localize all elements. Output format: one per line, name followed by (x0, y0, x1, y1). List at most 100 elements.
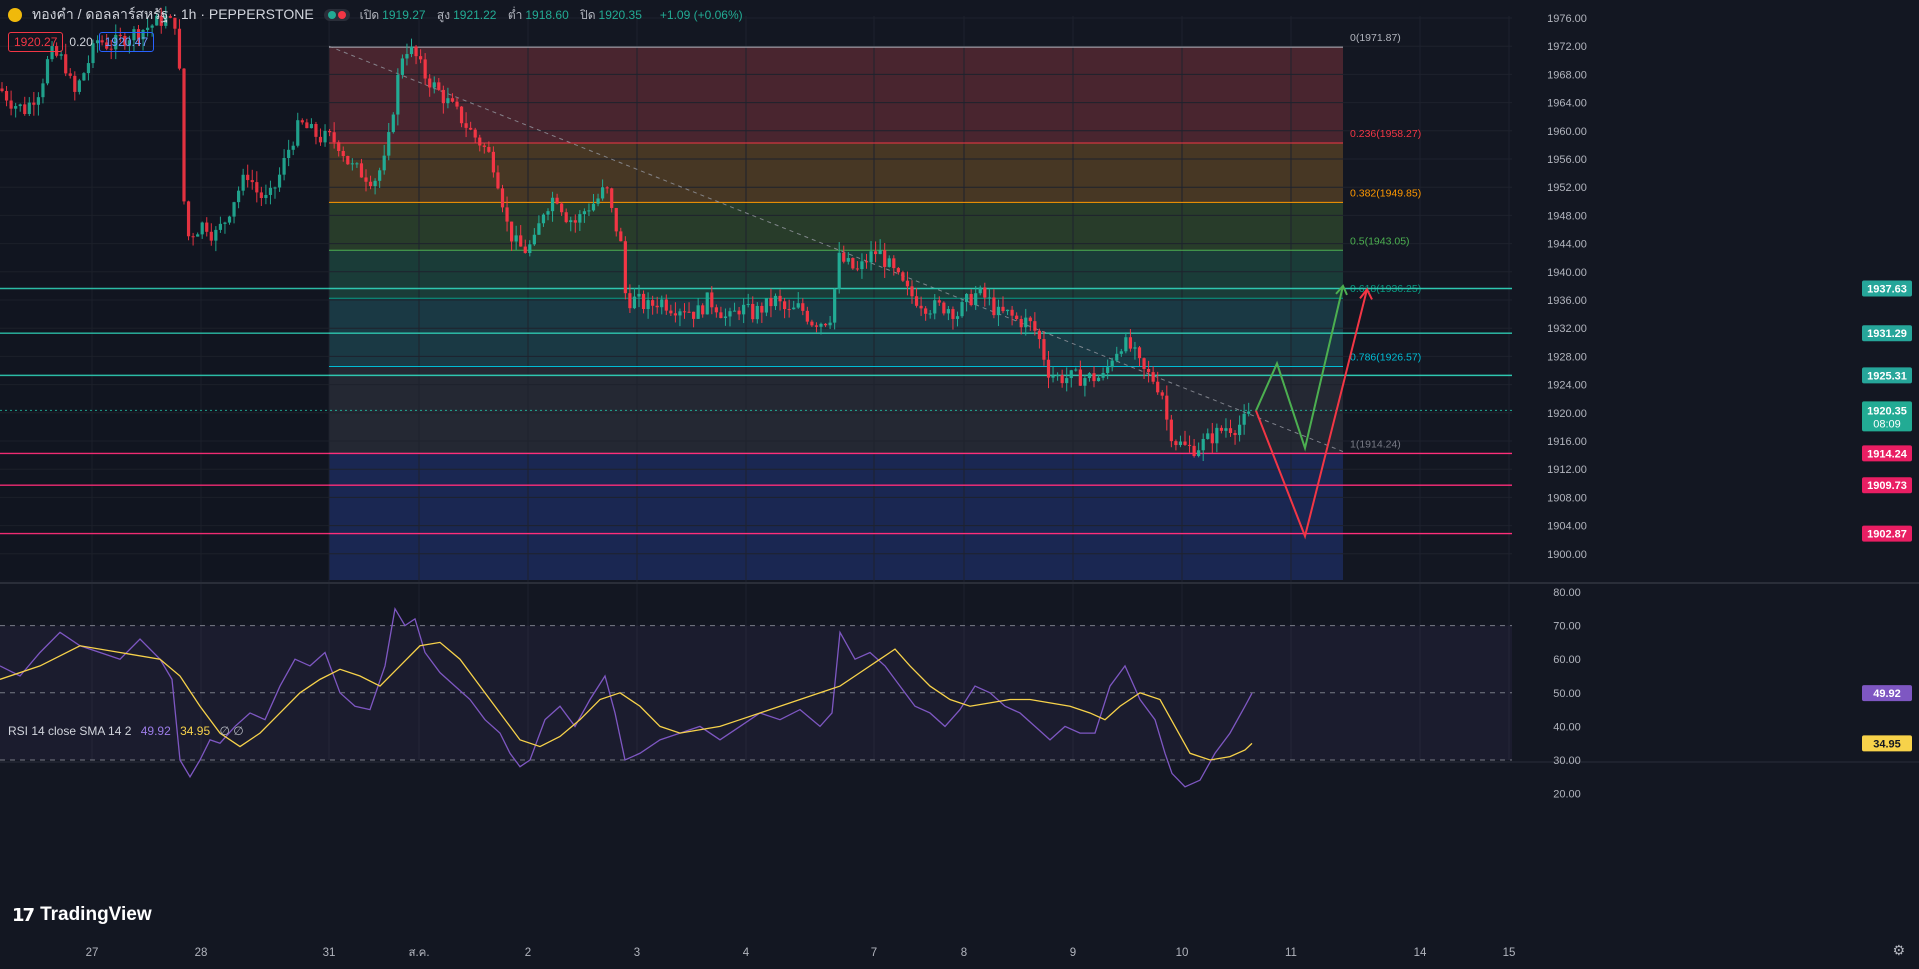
open-label: เปิด (359, 7, 380, 22)
candle (437, 82, 441, 90)
candle (860, 261, 864, 270)
symbol-title[interactable]: ทองคำ / ดอลลาร์สหรัฐ · 1h · PEPPERSTONE (32, 4, 314, 26)
candle (664, 299, 668, 311)
candle (428, 78, 432, 88)
candle (555, 197, 559, 204)
candle (837, 252, 841, 290)
candle (1233, 432, 1237, 436)
tradingview-logo-icon: 𝟭𝟳 (12, 904, 35, 925)
candle (1037, 330, 1041, 340)
candle (1183, 441, 1187, 445)
fib-level-label: 0.786(1926.57) (1350, 351, 1421, 363)
candle (874, 251, 878, 255)
candle (532, 234, 536, 245)
fib-level-label: 0.236(1958.27) (1350, 128, 1421, 140)
candle (587, 210, 591, 212)
candle (382, 155, 386, 171)
candle (573, 220, 577, 223)
candle (992, 297, 996, 316)
price-level-tag-label: 1925.31 (1867, 370, 1907, 382)
price-tick-label: 1944.00 (1547, 239, 1587, 251)
candle (705, 292, 709, 315)
candle (960, 302, 964, 317)
time-tick-label: 31 (323, 947, 336, 959)
status-dot-icon (327, 11, 336, 19)
candle (1133, 347, 1137, 349)
candle (487, 146, 491, 152)
gear-icon[interactable]: ⚙ (1892, 942, 1905, 959)
price-tick-label: 1952.00 (1547, 182, 1587, 194)
price-tick-label: 1916.00 (1547, 436, 1587, 448)
candle (528, 244, 532, 253)
candle (660, 299, 664, 308)
candle (450, 98, 455, 102)
candle (1219, 427, 1223, 431)
market-status-icon[interactable] (323, 9, 350, 21)
candle (1247, 411, 1251, 414)
rsi-sma-value-tag-label: 34.95 (1873, 738, 1901, 750)
candle (1128, 337, 1132, 349)
candle (1215, 427, 1219, 444)
candle (687, 311, 691, 313)
price-tick-label: 1972.00 (1547, 41, 1587, 53)
rsi-band-fill (0, 625, 1512, 760)
rsi-tick-label: 80.00 (1553, 587, 1581, 599)
candle (1238, 424, 1242, 436)
candle (1115, 353, 1119, 361)
candle (364, 177, 368, 182)
candle (1228, 428, 1233, 433)
time-tick-label: 27 (86, 947, 99, 959)
candle (482, 145, 486, 147)
price-tick-label: 1904.00 (1547, 521, 1587, 533)
candle (1046, 359, 1051, 378)
candle (787, 309, 791, 311)
candle (623, 241, 627, 294)
candle (792, 307, 796, 310)
candle (987, 297, 991, 299)
chart-canvas[interactable]: 0(1971.87) 0.236(1958.27) 0.382(1949.85) 0.… (0, 0, 1919, 969)
fib-zone (329, 47, 1343, 143)
candle (628, 293, 632, 309)
candle (1110, 360, 1114, 368)
candle (478, 137, 482, 146)
candle (796, 303, 800, 308)
time-tick-label: 10 (1176, 947, 1189, 959)
rsi-tick-label: 40.00 (1553, 721, 1581, 733)
sell-button[interactable]: 1920.27 (8, 32, 64, 52)
candle (1074, 369, 1078, 371)
rsi-legend[interactable]: RSI 14 close SMA 14 2 49.92 34.95 ∅ ∅ (8, 724, 244, 738)
candle (942, 302, 946, 314)
candle (914, 296, 919, 306)
candle (491, 151, 495, 173)
candle (341, 151, 345, 156)
candle (924, 308, 928, 314)
candle (560, 203, 564, 213)
candle (641, 293, 646, 310)
candle (896, 268, 900, 273)
candle (1024, 317, 1028, 328)
time-tick-label: 4 (743, 947, 750, 959)
candle (546, 211, 550, 215)
candle (387, 132, 391, 156)
session-shade (0, 16, 329, 580)
candle (1042, 339, 1046, 360)
candle (1160, 392, 1164, 396)
spread-value: 0.20 (69, 35, 93, 49)
candle (419, 56, 423, 60)
rsi-value-tag-label: 49.92 (1873, 688, 1901, 700)
candle (378, 170, 382, 181)
fib-level-label: 0.618(1936.25) (1350, 283, 1421, 295)
candle (855, 268, 859, 270)
rsi-tick-label: 50.00 (1553, 688, 1581, 700)
rsi-legend-label: RSI 14 close SMA 14 2 (8, 724, 132, 738)
candle (974, 293, 978, 306)
candle (400, 58, 404, 75)
candle (1028, 317, 1032, 322)
candle (814, 325, 819, 327)
candle (905, 280, 910, 287)
time-tick-label: 14 (1414, 947, 1427, 959)
candle (1056, 375, 1060, 377)
tradingview-brand[interactable]: 𝟭𝟳 TradingView (12, 904, 152, 926)
candle (978, 287, 982, 294)
buy-button[interactable]: 1920.47 (98, 32, 155, 52)
